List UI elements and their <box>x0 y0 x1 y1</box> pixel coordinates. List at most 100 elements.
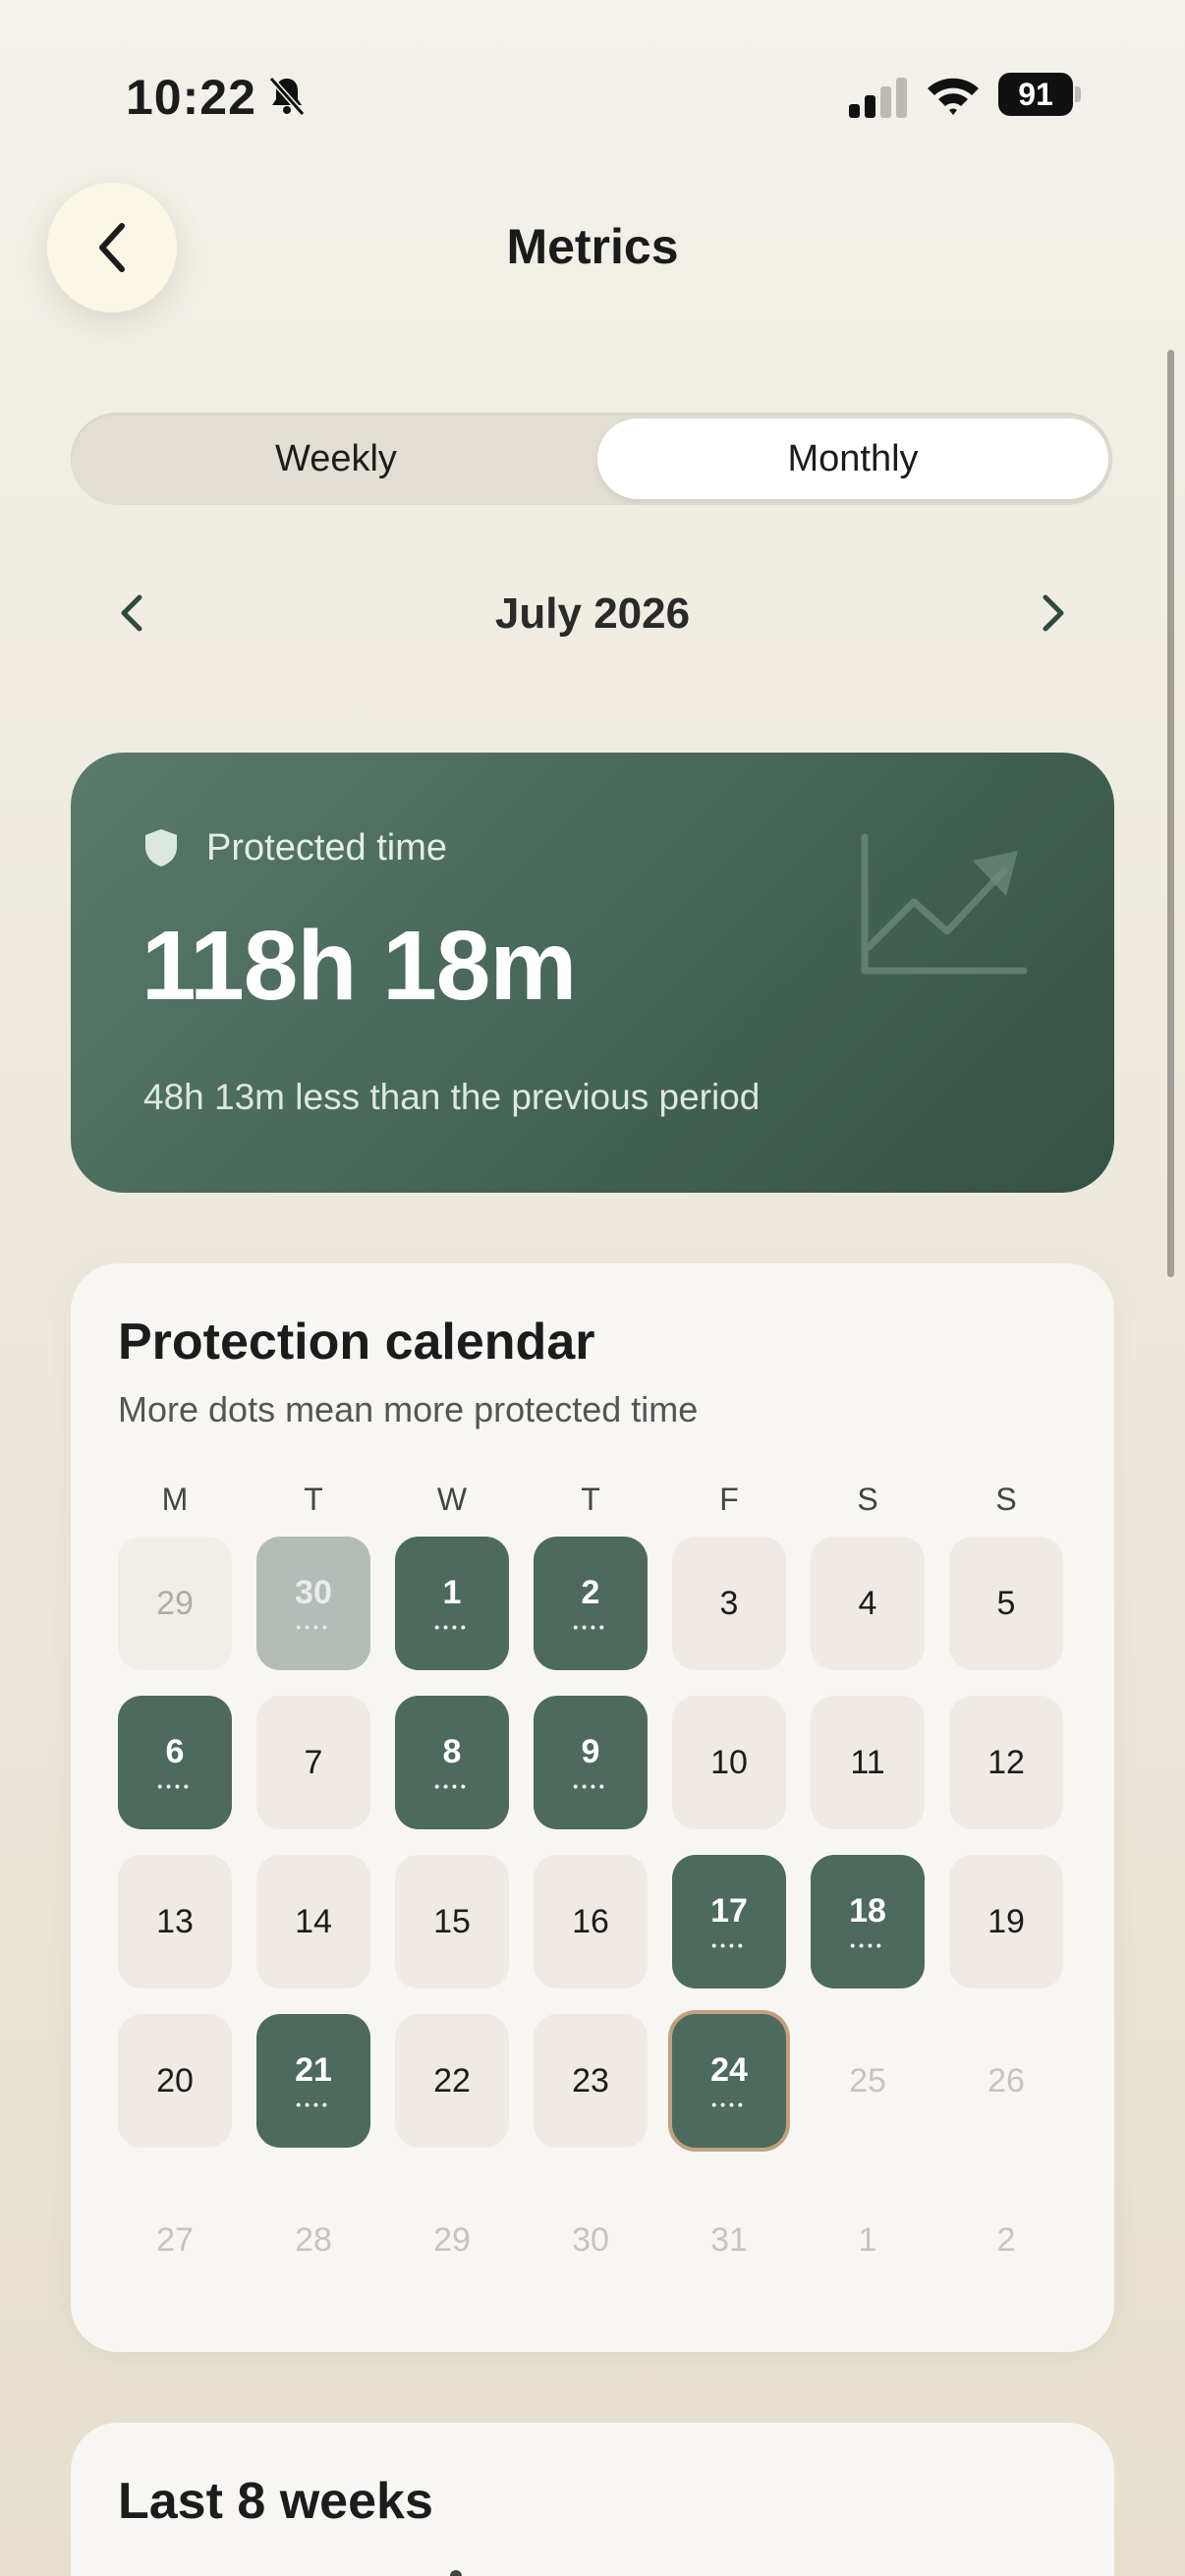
day-number: 24 <box>710 2050 748 2089</box>
day-number: 9 <box>581 1732 600 1770</box>
calendar-day-today[interactable]: 24 •••• <box>672 2014 786 2148</box>
scrollbar[interactable] <box>1167 350 1174 1277</box>
calendar-day: 30 <box>534 2173 648 2307</box>
protection-dots: •••• <box>850 1936 885 1953</box>
protection-dots: •••• <box>434 1618 470 1635</box>
protection-dots: •••• <box>157 1777 193 1794</box>
calendar-day: 27 <box>118 2173 232 2307</box>
protection-dots: •••• <box>573 1777 608 1794</box>
day-number: 22 <box>433 2061 471 2100</box>
protected-time-comparison: 48h 13m less than the previous period <box>143 1077 761 1117</box>
calendar-day[interactable]: 29 <box>118 1537 232 1670</box>
calendar-day[interactable]: 1 •••• <box>395 1537 509 1670</box>
weekday-label: F <box>719 1482 739 1517</box>
weekday-label: T <box>581 1482 600 1517</box>
calendar-day[interactable]: 11 <box>811 1696 925 1829</box>
day-number: 11 <box>850 1743 885 1781</box>
day-number: 18 <box>849 1891 886 1930</box>
calendar-day[interactable]: 5 <box>949 1537 1063 1670</box>
weeks-title: Last 8 weeks <box>118 2473 433 2530</box>
calendar-day[interactable]: 3 <box>672 1537 786 1670</box>
protection-dots: •••• <box>711 2096 747 2112</box>
calendar-day[interactable]: 6 •••• <box>118 1696 232 1829</box>
day-number: 8 <box>442 1732 462 1770</box>
calendar-day: 26 <box>949 2014 1063 2148</box>
battery-level: 91 <box>998 73 1073 116</box>
weekday-label: S <box>857 1482 878 1517</box>
day-number: 6 <box>165 1732 185 1770</box>
calendar-day[interactable]: 8 •••• <box>395 1696 509 1829</box>
day-number: 10 <box>710 1743 748 1781</box>
day-number: 21 <box>295 2050 332 2089</box>
calendar-day[interactable]: 23 <box>534 2014 648 2148</box>
calendar-day[interactable]: 13 <box>118 1855 232 1988</box>
calendar-day: 1 <box>811 2173 925 2307</box>
next-month-button[interactable] <box>1024 586 1079 641</box>
weekday-label: W <box>436 1482 468 1517</box>
calendar-day[interactable]: 20 <box>118 2014 232 2148</box>
day-number: 31 <box>710 2220 748 2259</box>
calendar-day[interactable]: 18 •••• <box>811 1855 925 1988</box>
calendar-day[interactable]: 19 <box>949 1855 1063 1988</box>
calendar-day[interactable]: 9 •••• <box>534 1696 648 1829</box>
day-number: 2 <box>581 1573 600 1611</box>
day-number: 30 <box>572 2220 609 2259</box>
period-segmented-control: Weekly Monthly <box>71 413 1112 505</box>
day-number: 19 <box>988 1902 1025 1940</box>
day-number: 16 <box>572 1902 609 1940</box>
day-number: 5 <box>996 1584 1016 1622</box>
calendar-day[interactable]: 14 <box>256 1855 370 1988</box>
protection-dots: •••• <box>573 1618 608 1635</box>
battery-indicator: 91 <box>998 73 1081 116</box>
calendar-day[interactable]: 12 <box>949 1696 1063 1829</box>
calendar-day[interactable]: 10 <box>672 1696 786 1829</box>
month-label: July 2026 <box>494 589 691 638</box>
calendar-day: 25 <box>811 2014 925 2148</box>
calendar-day: 31 <box>672 2173 786 2307</box>
day-number: 29 <box>433 2220 471 2259</box>
calendar-day[interactable]: 17 •••• <box>672 1855 786 1988</box>
day-number: 29 <box>156 1584 194 1622</box>
shield-icon <box>145 829 177 867</box>
calendar-subtitle: More dots mean more protected time <box>118 1389 699 1429</box>
day-number: 30 <box>295 1573 332 1611</box>
metrics-screen: 10:22 91 Metrics Weekly Monthly July 202… <box>0 0 1185 2576</box>
calendar-day[interactable]: 21 •••• <box>256 2014 370 2148</box>
tab-monthly[interactable]: Monthly <box>597 419 1108 499</box>
protected-time-value: 118h 18m <box>141 911 577 1021</box>
chart-marker <box>450 2570 462 2576</box>
weekday-label: T <box>304 1482 323 1517</box>
day-number: 4 <box>858 1584 877 1622</box>
calendar-day: 28 <box>256 2173 370 2307</box>
calendar-day[interactable]: 15 <box>395 1855 509 1988</box>
calendar-day[interactable]: 16 <box>534 1855 648 1988</box>
day-number: 17 <box>710 1891 748 1930</box>
weekday-label: S <box>995 1482 1017 1517</box>
protected-time-label: Protected time <box>206 827 447 868</box>
day-number: 2 <box>996 2220 1016 2259</box>
calendar-day[interactable]: 2 •••• <box>534 1537 648 1670</box>
day-number: 14 <box>295 1902 332 1940</box>
day-number: 20 <box>156 2061 194 2100</box>
calendar-day[interactable]: 30 •••• <box>256 1537 370 1670</box>
battery-cap <box>1075 86 1081 102</box>
day-number: 13 <box>156 1902 194 1940</box>
tab-weekly[interactable]: Weekly <box>81 419 592 499</box>
day-number: 7 <box>304 1743 323 1781</box>
protection-dots: •••• <box>434 1777 470 1794</box>
day-number: 1 <box>858 2220 877 2259</box>
protection-dots: •••• <box>296 2096 331 2112</box>
day-number: 23 <box>572 2061 609 2100</box>
protection-dots: •••• <box>296 1618 331 1635</box>
day-number: 1 <box>442 1573 462 1611</box>
weekday-label: M <box>161 1482 189 1517</box>
calendar-day[interactable]: 4 <box>811 1537 925 1670</box>
calendar-day[interactable]: 22 <box>395 2014 509 2148</box>
day-number: 28 <box>295 2220 332 2259</box>
calendar-day: 29 <box>395 2173 509 2307</box>
day-number: 27 <box>156 2220 194 2259</box>
last-8-weeks-card: Last 8 weeks <box>71 2423 1114 2576</box>
status-time: 10:22 <box>126 70 256 125</box>
calendar-day[interactable]: 7 <box>256 1696 370 1829</box>
protection-calendar-card: Protection calendar More dots mean more … <box>71 1263 1114 2352</box>
